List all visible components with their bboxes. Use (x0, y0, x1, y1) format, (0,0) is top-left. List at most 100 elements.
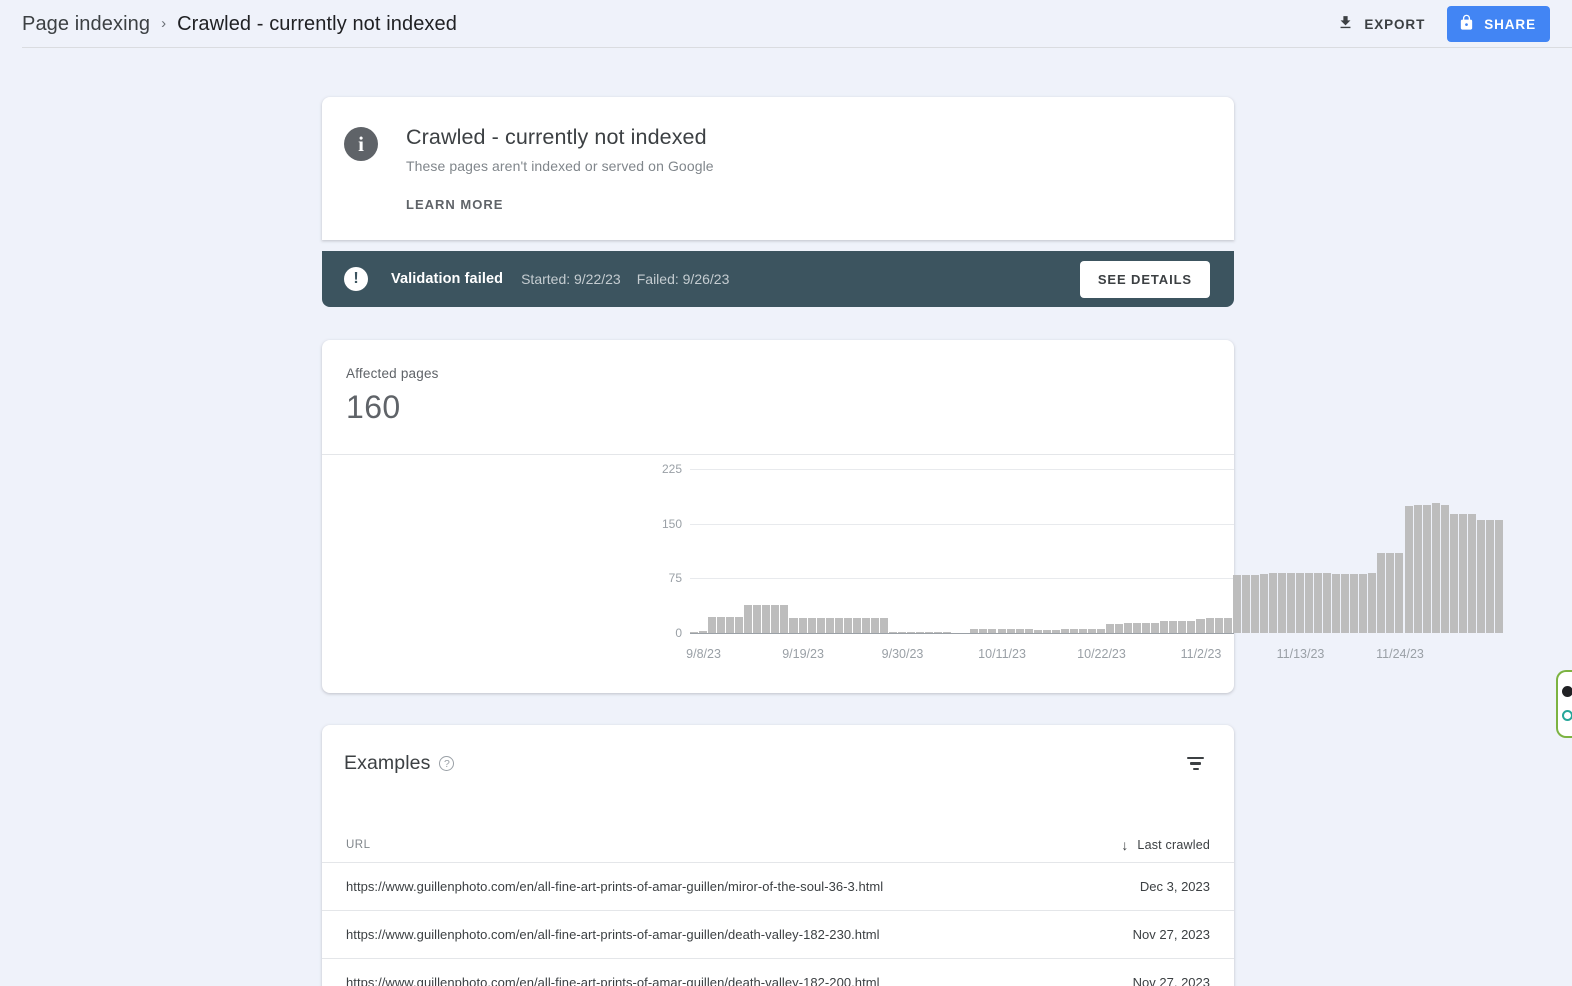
chart-bar[interactable] (1485, 520, 1494, 633)
chart-bar[interactable] (699, 630, 708, 633)
chart-bar[interactable] (898, 631, 907, 633)
chart-bar[interactable] (943, 631, 952, 633)
chart-bar[interactable] (1494, 520, 1503, 633)
chart-bar[interactable] (1160, 620, 1169, 633)
chart-bar[interactable] (1341, 573, 1350, 633)
edge-floating-widget[interactable] (1556, 670, 1572, 738)
chart-bar[interactable] (735, 616, 744, 633)
chart-bar[interactable] (1377, 552, 1386, 633)
filter-icon[interactable] (1181, 751, 1210, 776)
chart-bar[interactable] (762, 605, 771, 633)
chart-bar[interactable] (1305, 573, 1314, 633)
column-header-url[interactable]: URL (346, 839, 371, 851)
share-button[interactable]: SHARE (1447, 6, 1550, 42)
chart-bar[interactable] (1187, 620, 1196, 633)
chart-bar[interactable] (1449, 514, 1458, 633)
chart-bar[interactable] (1106, 623, 1115, 633)
chart-bar[interactable] (1051, 630, 1060, 633)
chart-bar[interactable] (1395, 552, 1404, 633)
chart-bar[interactable] (934, 631, 943, 633)
chart-bar[interactable] (1142, 622, 1151, 633)
chart-bar[interactable] (744, 605, 753, 633)
chart-bar[interactable] (1024, 629, 1033, 633)
chart-bar[interactable] (1467, 514, 1476, 633)
chart-bar[interactable] (861, 618, 870, 633)
chart-bar[interactable] (1476, 520, 1485, 633)
chart-bar[interactable] (1214, 618, 1223, 633)
chart-bar[interactable] (807, 618, 816, 633)
chart-bar[interactable] (1042, 630, 1051, 633)
chart-bar[interactable] (1232, 574, 1241, 633)
chart-bar[interactable] (1124, 622, 1133, 633)
chart-bar[interactable] (690, 631, 699, 633)
chart-bar[interactable] (1359, 573, 1368, 633)
chart-bar[interactable] (1169, 620, 1178, 633)
chart-bar[interactable] (1178, 620, 1187, 633)
chart-bar[interactable] (1314, 573, 1323, 633)
chart-bar[interactable] (1404, 506, 1413, 633)
chart-bar[interactable] (979, 628, 988, 633)
chart-bar[interactable] (1033, 630, 1042, 633)
chart-bar[interactable] (708, 616, 717, 633)
row-url[interactable]: https://www.guillenphoto.com/en/all-fine… (346, 975, 880, 986)
table-row[interactable]: https://www.guillenphoto.com/en/all-fine… (322, 911, 1234, 960)
chart-bar[interactable] (1422, 504, 1431, 633)
chart-bar[interactable] (988, 628, 997, 633)
chart-bar[interactable] (852, 618, 861, 633)
chart-bar[interactable] (1431, 503, 1440, 633)
chart-bar[interactable] (1323, 573, 1332, 633)
chart-bar[interactable] (1268, 573, 1277, 633)
chart-bar[interactable] (1332, 573, 1341, 633)
chart-bar[interactable] (1087, 628, 1096, 633)
chart-bar[interactable] (997, 628, 1006, 633)
chart-bar[interactable] (925, 631, 934, 633)
chart-bar[interactable] (1368, 573, 1377, 633)
chart-bar[interactable] (1277, 573, 1286, 633)
chart-bar[interactable] (1440, 504, 1449, 633)
chart-bar[interactable] (1015, 629, 1024, 633)
chart-bar[interactable] (771, 605, 780, 633)
chart-bar[interactable] (1241, 574, 1250, 633)
chart-bar[interactable] (1205, 618, 1214, 633)
row-url[interactable]: https://www.guillenphoto.com/en/all-fine… (346, 879, 883, 894)
chart-bar[interactable] (753, 605, 762, 633)
chart-bar[interactable] (1097, 628, 1106, 633)
row-url[interactable]: https://www.guillenphoto.com/en/all-fine… (346, 927, 880, 942)
chart-bar[interactable] (1286, 573, 1295, 633)
chart-bar[interactable] (1115, 623, 1124, 633)
table-row[interactable]: https://www.guillenphoto.com/en/all-fine… (322, 959, 1234, 986)
chart-bar[interactable] (1295, 573, 1304, 633)
chart-bar[interactable] (1151, 622, 1160, 633)
chart-bar[interactable] (1250, 574, 1259, 633)
chart-bar[interactable] (1350, 573, 1359, 633)
chart-bar[interactable] (1133, 622, 1142, 633)
chart-bar[interactable] (916, 631, 925, 633)
breadcrumb-root-link[interactable]: Page indexing (22, 13, 150, 36)
chart-bar[interactable] (1458, 514, 1467, 633)
learn-more-link[interactable]: LEARN MORE (406, 197, 503, 212)
chart-bar[interactable] (798, 618, 807, 633)
chart-bar[interactable] (816, 618, 825, 633)
help-circle-icon[interactable]: ? (439, 756, 455, 772)
chart-bar[interactable] (780, 605, 789, 633)
chart-bar[interactable] (888, 631, 897, 633)
chart-bar[interactable] (717, 616, 726, 633)
export-button[interactable]: EXPORT (1327, 8, 1435, 40)
chart-bar[interactable] (1223, 617, 1232, 633)
column-header-last-crawled[interactable]: ↓ Last crawled (1121, 838, 1210, 852)
bar-chart[interactable]: 0 75 150 225 9/8/23 9/19/23 9/30/23 10/11/23 10/… (322, 455, 1503, 700)
chart-bar[interactable] (1069, 628, 1078, 633)
chart-bar[interactable] (789, 618, 798, 633)
chart-bar[interactable] (970, 628, 979, 633)
chart-bar[interactable] (1413, 504, 1422, 633)
table-row[interactable]: https://www.guillenphoto.com/en/all-fine… (322, 863, 1234, 912)
chart-bar[interactable] (825, 618, 834, 633)
see-details-button[interactable]: SEE DETAILS (1079, 260, 1210, 298)
chart-bar[interactable] (907, 631, 916, 633)
chart-bar[interactable] (834, 618, 843, 633)
chart-bar[interactable] (1259, 573, 1268, 633)
chart-bar[interactable] (879, 618, 888, 633)
chart-bar[interactable] (1006, 628, 1015, 633)
chart-bar[interactable] (1060, 628, 1069, 633)
chart-bar[interactable] (726, 616, 735, 633)
